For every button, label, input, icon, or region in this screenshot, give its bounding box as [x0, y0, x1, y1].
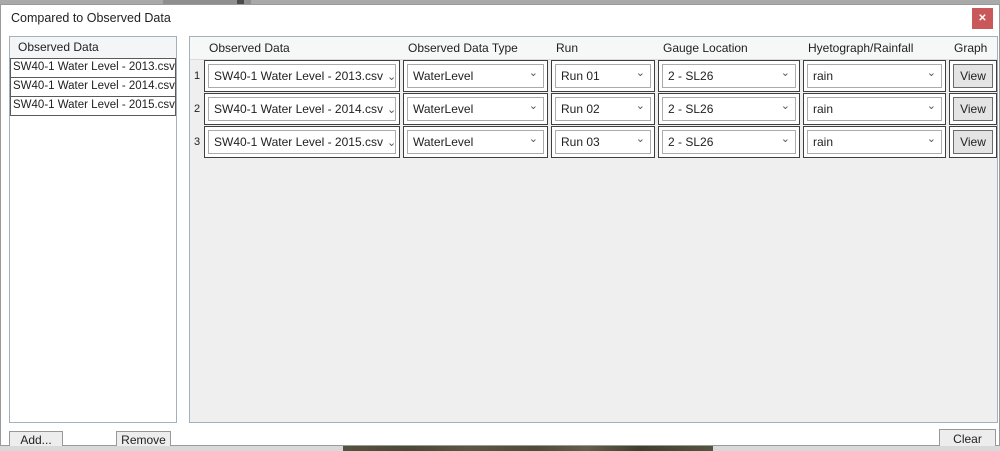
- grid-header-row: Observed Data Observed Data Type Run Gau…: [190, 37, 997, 60]
- column-header-rownum: [190, 37, 204, 59]
- cell-observed-data: SW40-1 Water Level - 2015.csv ⌄: [204, 126, 400, 158]
- hyetograph-rainfall-dropdown[interactable]: rain ⌄: [807, 97, 942, 121]
- column-header-observed-data: Observed Data: [209, 41, 290, 55]
- chevron-down-icon: ⌄: [926, 67, 936, 79]
- observed-data-dropdown[interactable]: SW40-1 Water Level - 2015.csv ⌄: [208, 130, 396, 154]
- background-aerial-image-sliver: [343, 446, 713, 451]
- hyetograph-rainfall-dropdown[interactable]: rain ⌄: [807, 64, 942, 88]
- chevron-down-icon: ⌄: [780, 100, 790, 112]
- chevron-down-icon: ⌄: [635, 100, 645, 112]
- cell-observed-data-type: WaterLevel ⌄: [403, 126, 548, 158]
- cell-graph: View: [949, 93, 997, 125]
- background-window-sliver-bottom: [0, 446, 1000, 451]
- row-number: 3: [193, 136, 201, 148]
- row-number: 2: [193, 103, 201, 115]
- chevron-down-icon: ⌄: [386, 104, 396, 116]
- cell-gauge-location: 2 - SL26 ⌄: [658, 60, 800, 92]
- chevron-down-icon: ⌄: [386, 137, 396, 149]
- dialog-title: Compared to Observed Data: [11, 11, 171, 25]
- hyetograph-rainfall-dropdown[interactable]: rain ⌄: [807, 130, 942, 154]
- cell-run: Run 02 ⌄: [551, 93, 655, 125]
- cell-gauge-location: 2 - SL26 ⌄: [658, 126, 800, 158]
- table-row: 1 SW40-1 Water Level - 2013.csv ⌄ WaterLe…: [190, 60, 997, 92]
- chevron-down-icon: ⌄: [926, 133, 936, 145]
- chevron-down-icon: ⌄: [528, 100, 538, 112]
- chevron-down-icon: ⌄: [528, 67, 538, 79]
- gauge-location-dropdown[interactable]: 2 - SL26 ⌄: [662, 130, 796, 154]
- cell-hyetograph-rainfall: rain ⌄: [803, 60, 946, 92]
- observed-data-list-panel: Observed Data SW40-1 Water Level - 2013.…: [9, 36, 177, 423]
- chevron-down-icon: ⌄: [528, 133, 538, 145]
- cell-graph: View: [949, 126, 997, 158]
- table-row: 2 SW40-1 Water Level - 2014.csv ⌄ WaterLe…: [190, 93, 997, 125]
- view-graph-button[interactable]: View: [953, 64, 993, 88]
- chevron-down-icon: ⌄: [926, 100, 936, 112]
- column-header-hyetograph-rainfall: Hyetograph/Rainfall: [808, 41, 914, 55]
- column-header-gauge-location: Gauge Location: [663, 41, 748, 55]
- column-header-run: Run: [556, 41, 579, 55]
- view-graph-button[interactable]: View: [953, 97, 993, 121]
- cell-observed-data: SW40-1 Water Level - 2014.csv ⌄: [204, 93, 400, 125]
- cell-hyetograph-rainfall: rain ⌄: [803, 126, 946, 158]
- chevron-down-icon: ⌄: [635, 67, 645, 79]
- column-header-observed-data-type: Observed Data Type: [408, 41, 518, 55]
- close-icon[interactable]: ✕: [972, 8, 993, 29]
- cell-gauge-location: 2 - SL26 ⌄: [658, 93, 800, 125]
- chevron-down-icon: ⌄: [386, 71, 396, 83]
- gauge-location-dropdown[interactable]: 2 - SL26 ⌄: [662, 97, 796, 121]
- run-dropdown[interactable]: Run 03 ⌄: [555, 130, 651, 154]
- chevron-down-icon: ⌄: [780, 67, 790, 79]
- cell-hyetograph-rainfall: rain ⌄: [803, 93, 946, 125]
- table-row: 3 SW40-1 Water Level - 2015.csv ⌄ WaterLe…: [190, 126, 997, 158]
- column-header-graph: Graph: [954, 41, 988, 55]
- chevron-down-icon: ⌄: [780, 133, 790, 145]
- comparison-grid: Observed Data Observed Data Type Run Gau…: [189, 36, 998, 423]
- view-graph-button[interactable]: View: [953, 130, 993, 154]
- observed-data-type-dropdown[interactable]: WaterLevel ⌄: [407, 97, 544, 121]
- observed-data-dropdown[interactable]: SW40-1 Water Level - 2013.csv ⌄: [208, 64, 396, 88]
- observed-data-type-dropdown[interactable]: WaterLevel ⌄: [407, 130, 544, 154]
- cell-run: Run 03 ⌄: [551, 126, 655, 158]
- compared-to-observed-data-dialog: Compared to Observed Data ✕ Observed Dat…: [0, 4, 1000, 450]
- observed-data-dropdown[interactable]: SW40-1 Water Level - 2014.csv ⌄: [208, 97, 396, 121]
- observed-data-list-header: Observed Data: [10, 37, 176, 59]
- chevron-down-icon: ⌄: [635, 133, 645, 145]
- gauge-location-dropdown[interactable]: 2 - SL26 ⌄: [662, 64, 796, 88]
- observed-data-type-dropdown[interactable]: WaterLevel ⌄: [407, 64, 544, 88]
- cell-observed-data-type: WaterLevel ⌄: [403, 93, 548, 125]
- cell-run: Run 01 ⌄: [551, 60, 655, 92]
- cell-observed-data-type: WaterLevel ⌄: [403, 60, 548, 92]
- run-dropdown[interactable]: Run 02 ⌄: [555, 97, 651, 121]
- list-item[interactable]: SW40-1 Water Level - 2014.csv: [10, 77, 176, 97]
- cell-observed-data: SW40-1 Water Level - 2013.csv ⌄: [204, 60, 400, 92]
- list-item[interactable]: SW40-1 Water Level - 2013.csv: [10, 58, 176, 78]
- run-dropdown[interactable]: Run 01 ⌄: [555, 64, 651, 88]
- row-number: 1: [193, 70, 201, 82]
- list-item[interactable]: SW40-1 Water Level - 2015.csv: [10, 96, 176, 116]
- cell-graph: View: [949, 60, 997, 92]
